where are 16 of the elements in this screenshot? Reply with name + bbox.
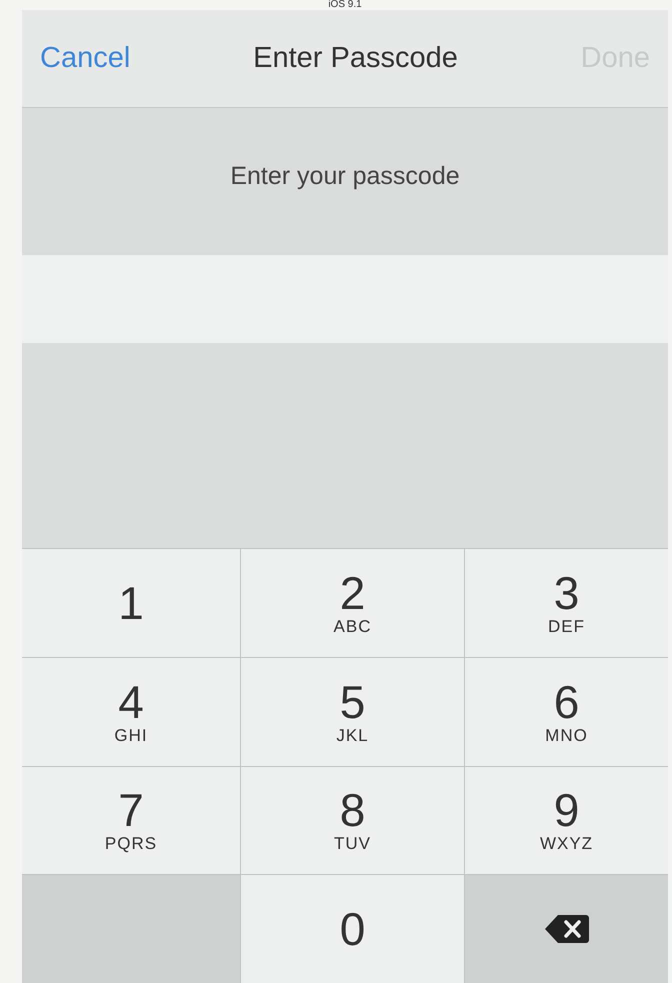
keypad-key[interactable]: 6 MNO <box>465 658 668 766</box>
nav-title: Enter Passcode <box>253 42 458 75</box>
passcode-prompt: Enter your passcode <box>229 162 461 192</box>
keypad-key[interactable]: 2 ABC <box>241 549 464 657</box>
passcode-field[interactable] <box>22 255 668 343</box>
keypad-key[interactable]: 3 DEF <box>465 549 668 657</box>
keypad-key[interactable]: 5 JKL <box>241 658 464 766</box>
keypad-key[interactable]: 4 GHI <box>22 658 240 766</box>
delete-key[interactable] <box>465 875 668 983</box>
keypad-key[interactable]: 9 WXYZ <box>465 766 668 874</box>
keypad-key[interactable]: 0 <box>241 875 464 983</box>
version-label: iOS 9.1 <box>328 0 362 10</box>
backspace-icon <box>544 913 590 946</box>
keypad-key[interactable]: 7 PQRS <box>22 766 240 874</box>
keypad-key[interactable]: 1 <box>22 549 240 657</box>
keypad-key[interactable]: 8 TUV <box>241 766 464 874</box>
